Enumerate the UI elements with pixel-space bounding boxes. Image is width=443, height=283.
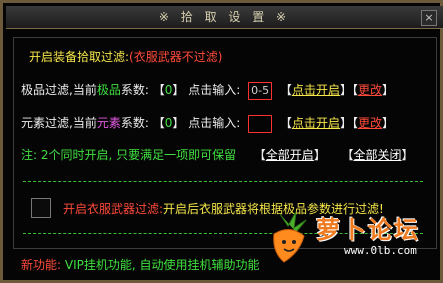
dialog-frame: ※ 拾 取 设 置 ※ × 开启装备拾取过滤:(衣服武器不过滤) 极品过滤,当前… xyxy=(0,0,443,283)
dialog-title: ※ 拾 取 设 置 ※ xyxy=(158,10,291,24)
heading-note: (衣服武器不过滤) xyxy=(129,50,223,64)
heading-label: 开启装备拾取过滤: xyxy=(29,50,130,64)
quality-input-label: 点击输入: xyxy=(188,83,241,97)
enable-all-link[interactable]: 全部开启 xyxy=(266,148,314,162)
element-label: 元素过滤,当前 xyxy=(21,116,97,130)
element-input-label: 点击输入: xyxy=(188,116,241,130)
watermark-logo: 萝卜论坛 www.0lb.com xyxy=(260,206,430,266)
carrot-icon xyxy=(273,211,307,263)
clothes-weapon-checkbox[interactable] xyxy=(31,198,51,218)
heading-row: 开启装备拾取过滤:(衣服武器不过滤) xyxy=(29,48,222,65)
quality-label-suffix: 系数: xyxy=(120,83,149,97)
element-filter-row: 元素过滤,当前元素系数: 【0】 点击输入: 【点击开启】【更改】 xyxy=(21,114,394,133)
element-label-highlight: 元素 xyxy=(96,116,121,130)
element-enable-link[interactable]: 点击开启 xyxy=(292,116,340,130)
quality-filter-row: 极品过滤,当前极品系数: 【0】 点击输入: 0-5 【点击开启】【更改】 xyxy=(21,81,394,100)
quality-change-link[interactable]: 更改 xyxy=(358,83,382,97)
element-label-suffix: 系数: xyxy=(120,116,149,130)
footer-text: VIP挂机功能, 自动使用挂机辅助功能 xyxy=(64,258,260,272)
element-input[interactable] xyxy=(248,114,273,133)
note-text: 注: 2个同时开启, 只要满足一项即可保留 xyxy=(21,148,237,162)
quality-enable-link[interactable]: 点击开启 xyxy=(292,83,340,97)
disable-all-link[interactable]: 全部关闭 xyxy=(354,148,402,162)
watermark-url: www.0lb.com xyxy=(344,244,417,257)
quality-input[interactable]: 0-5 xyxy=(248,81,273,100)
footer-row: 新功能: VIP挂机功能, 自动使用挂机辅助功能 xyxy=(21,256,260,273)
title-bar: ※ 拾 取 设 置 ※ × xyxy=(6,6,443,29)
watermark-text: 萝卜论坛 xyxy=(316,215,420,244)
divider-top xyxy=(23,181,423,182)
quality-label: 极品过滤,当前 xyxy=(21,83,97,97)
element-change-link[interactable]: 更改 xyxy=(358,116,382,130)
close-button[interactable]: × xyxy=(421,10,437,26)
clothes-filter-label: 开启衣服武器过滤: xyxy=(63,202,164,216)
footer-label: 新功能: xyxy=(21,258,62,272)
note-row: 注: 2个同时开启, 只要满足一项即可保留 【全部开启】 【全部关闭】 xyxy=(21,148,414,162)
quality-label-highlight: 极品 xyxy=(96,83,121,97)
